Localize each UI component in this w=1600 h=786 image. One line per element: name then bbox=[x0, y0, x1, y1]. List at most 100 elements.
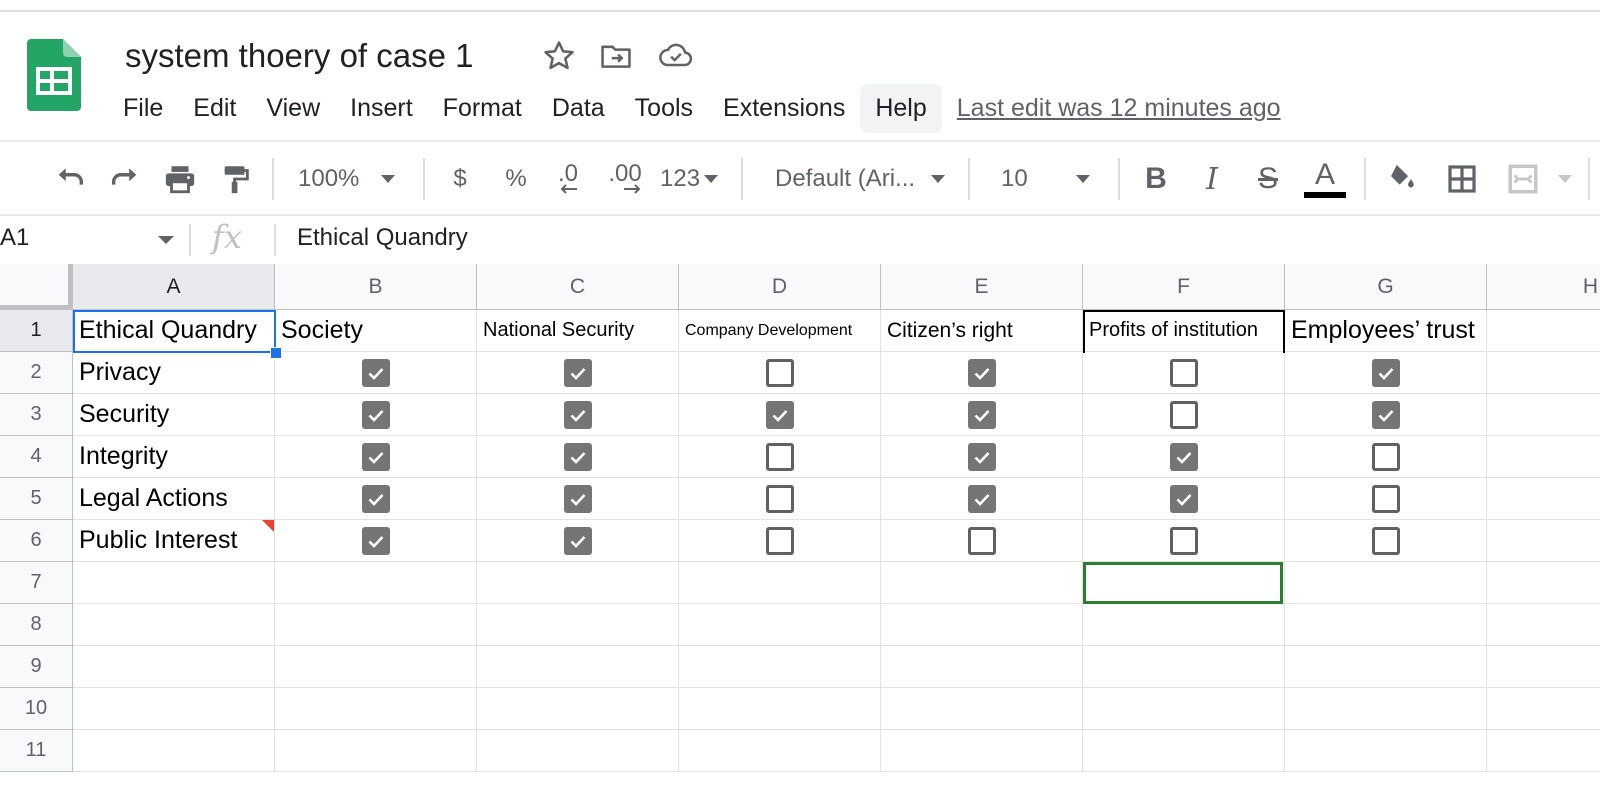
cell-a6[interactable]: Public Interest bbox=[73, 520, 275, 562]
column-header-b[interactable]: B bbox=[275, 264, 477, 310]
cell-a5[interactable]: Legal Actions bbox=[73, 478, 275, 520]
cell-g8[interactable] bbox=[1285, 604, 1487, 646]
cell-b5[interactable] bbox=[275, 478, 477, 520]
checkbox-checked[interactable] bbox=[1169, 484, 1198, 513]
checkbox-checked[interactable] bbox=[361, 442, 390, 471]
zoom-select[interactable]: 100% bbox=[298, 160, 408, 198]
cell-e9[interactable] bbox=[881, 646, 1083, 688]
cell-a11[interactable] bbox=[73, 730, 275, 772]
checkbox-checked[interactable] bbox=[361, 358, 390, 387]
undo-icon[interactable] bbox=[50, 160, 90, 198]
strikethrough-button[interactable]: S bbox=[1248, 160, 1288, 198]
bold-button[interactable]: B bbox=[1136, 160, 1176, 198]
cell-c10[interactable] bbox=[477, 688, 679, 730]
menu-tools[interactable]: Tools bbox=[620, 84, 708, 133]
checkbox-checked[interactable] bbox=[361, 484, 390, 513]
checkbox-checked[interactable] bbox=[765, 400, 794, 429]
cell-f11[interactable] bbox=[1083, 730, 1285, 772]
increase-decimal-button[interactable]: .00 bbox=[602, 160, 648, 198]
cell-d7[interactable] bbox=[679, 562, 881, 604]
cell-g11[interactable] bbox=[1285, 730, 1487, 772]
cell-d1[interactable]: Company Development bbox=[679, 310, 881, 352]
cell-d8[interactable] bbox=[679, 604, 881, 646]
checkbox-checked[interactable] bbox=[563, 526, 592, 555]
cell-f3[interactable] bbox=[1083, 394, 1285, 436]
cell-b8[interactable] bbox=[275, 604, 477, 646]
cell-c9[interactable] bbox=[477, 646, 679, 688]
sheets-logo-icon[interactable] bbox=[27, 39, 81, 111]
cell-e2[interactable] bbox=[881, 352, 1083, 394]
menu-file[interactable]: File bbox=[108, 84, 178, 133]
checkbox-checked[interactable] bbox=[563, 484, 592, 513]
checkbox-unchecked[interactable] bbox=[1371, 526, 1400, 555]
cell-e5[interactable] bbox=[881, 478, 1083, 520]
checkbox-unchecked[interactable] bbox=[1371, 442, 1400, 471]
merge-chevron-down-icon[interactable] bbox=[1555, 160, 1575, 198]
cell-h9[interactable] bbox=[1487, 646, 1600, 688]
cell-f4[interactable] bbox=[1083, 436, 1285, 478]
cell-h8[interactable] bbox=[1487, 604, 1600, 646]
move-folder-icon[interactable] bbox=[598, 38, 634, 74]
row-header-7[interactable]: 7 bbox=[0, 562, 73, 604]
cell-g9[interactable] bbox=[1285, 646, 1487, 688]
checkbox-checked[interactable] bbox=[967, 484, 996, 513]
checkbox-unchecked[interactable] bbox=[765, 442, 794, 471]
currency-format-button[interactable]: $ bbox=[440, 160, 480, 198]
cell-g5[interactable] bbox=[1285, 478, 1487, 520]
cell-b7[interactable] bbox=[275, 562, 477, 604]
cell-c1[interactable]: National Security bbox=[477, 310, 679, 352]
cell-h2[interactable] bbox=[1487, 352, 1600, 394]
cell-c7[interactable] bbox=[477, 562, 679, 604]
cell-e11[interactable] bbox=[881, 730, 1083, 772]
row-header-10[interactable]: 10 bbox=[0, 688, 73, 730]
column-header-e[interactable]: E bbox=[881, 264, 1083, 310]
column-header-c[interactable]: C bbox=[477, 264, 679, 310]
cell-g10[interactable] bbox=[1285, 688, 1487, 730]
paint-format-icon[interactable] bbox=[216, 160, 256, 198]
cell-e8[interactable] bbox=[881, 604, 1083, 646]
checkbox-checked[interactable] bbox=[563, 358, 592, 387]
row-header-5[interactable]: 5 bbox=[0, 478, 73, 520]
cell-b2[interactable] bbox=[275, 352, 477, 394]
menu-extensions[interactable]: Extensions bbox=[708, 84, 860, 133]
cell-e7[interactable] bbox=[881, 562, 1083, 604]
column-header-d[interactable]: D bbox=[679, 264, 881, 310]
cell-a3[interactable]: Security bbox=[73, 394, 275, 436]
italic-button[interactable]: I bbox=[1192, 160, 1232, 198]
cell-a1[interactable]: Ethical Quandry bbox=[73, 310, 275, 352]
checkbox-unchecked[interactable] bbox=[1169, 526, 1198, 555]
cell-c8[interactable] bbox=[477, 604, 679, 646]
menu-insert[interactable]: Insert bbox=[335, 84, 428, 133]
cell-a7[interactable] bbox=[73, 562, 275, 604]
last-edit-link[interactable]: Last edit was 12 minutes ago bbox=[957, 94, 1281, 123]
cell-b1[interactable]: Society bbox=[275, 310, 477, 352]
checkbox-checked[interactable] bbox=[1371, 400, 1400, 429]
checkbox-unchecked[interactable] bbox=[1169, 358, 1198, 387]
cell-e6[interactable] bbox=[881, 520, 1083, 562]
cell-e10[interactable] bbox=[881, 688, 1083, 730]
document-title[interactable]: system thoery of case 1 bbox=[125, 34, 473, 78]
formula-input[interactable]: Ethical Quandry bbox=[297, 224, 468, 252]
column-header-h[interactable]: H bbox=[1487, 264, 1600, 310]
name-box[interactable]: A1 bbox=[0, 224, 29, 252]
name-box-chevron-icon[interactable] bbox=[158, 236, 174, 244]
font-family-select[interactable]: Default (Ari... bbox=[775, 160, 955, 198]
checkbox-unchecked[interactable] bbox=[1169, 400, 1198, 429]
cell-h3[interactable] bbox=[1487, 394, 1600, 436]
checkbox-checked[interactable] bbox=[361, 526, 390, 555]
font-size-select[interactable]: 10 bbox=[1001, 160, 1101, 198]
cell-f2[interactable] bbox=[1083, 352, 1285, 394]
row-header-11[interactable]: 11 bbox=[0, 730, 73, 772]
note-indicator-icon[interactable] bbox=[262, 520, 274, 532]
cell-e3[interactable] bbox=[881, 394, 1083, 436]
print-icon[interactable] bbox=[160, 160, 200, 198]
row-header-6[interactable]: 6 bbox=[0, 520, 73, 562]
row-header-4[interactable]: 4 bbox=[0, 436, 73, 478]
cell-d6[interactable] bbox=[679, 520, 881, 562]
cell-c11[interactable] bbox=[477, 730, 679, 772]
cell-g3[interactable] bbox=[1285, 394, 1487, 436]
text-color-button[interactable]: A bbox=[1304, 160, 1346, 198]
cell-f10[interactable] bbox=[1083, 688, 1285, 730]
cell-b11[interactable] bbox=[275, 730, 477, 772]
checkbox-checked[interactable] bbox=[563, 400, 592, 429]
